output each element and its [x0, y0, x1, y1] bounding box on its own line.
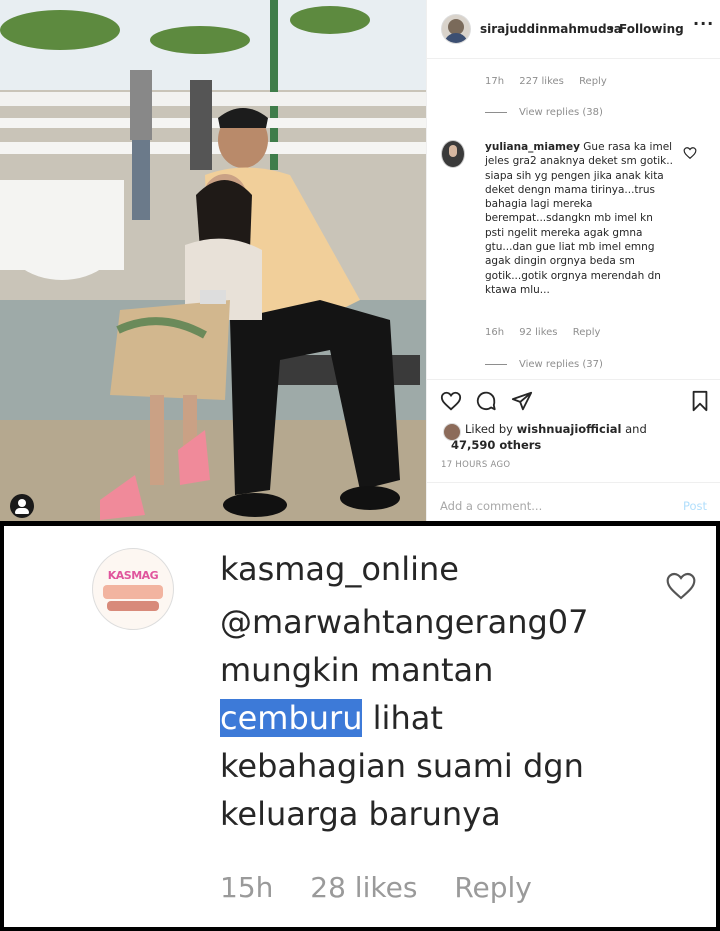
liked-by-prefix: Liked by — [465, 422, 513, 436]
tagged-users-icon-body — [15, 508, 29, 514]
zoomed-comment-reply[interactable]: Reply — [454, 871, 532, 904]
more-options-icon[interactable]: ··· — [693, 14, 714, 33]
comment-bubble-icon[interactable] — [475, 390, 497, 412]
liked-by-others[interactable]: 47,590 others — [451, 438, 541, 452]
comment-body: yuliana_miamey Gue rasa ka imel jeles gr… — [485, 140, 675, 297]
zoomed-comment-likes[interactable]: 28 likes — [310, 871, 417, 904]
liked-by-summary: Liked by wishnuajiofficial and 47,590 ot… — [441, 420, 711, 454]
zoomed-comment-line1: mungkin mantan — [220, 651, 494, 689]
comment-view-replies[interactable]: View replies (37) — [485, 359, 603, 370]
view-replies-line — [485, 363, 507, 365]
kasmag-avatar-logo: KASMAG — [107, 569, 159, 582]
comment-time[interactable]: 16h — [485, 327, 504, 338]
zoomed-comment-screenshot: KASMAG kasmag_online @marwahtangerang07 … — [4, 526, 716, 927]
author-avatar[interactable] — [441, 14, 471, 44]
comment-like-heart-icon[interactable] — [683, 146, 697, 160]
actions-divider — [427, 379, 720, 381]
post-timestamp: 17 HOURS AGO — [441, 460, 511, 470]
comment-reply[interactable]: Reply — [573, 327, 601, 338]
commenter-avatar-face — [449, 145, 457, 157]
zoomed-comment-text: @marwahtangerang07 mungkin mantan cembur… — [220, 598, 650, 838]
author-avatar-body — [444, 33, 468, 43]
commenter-username[interactable]: yuliana_miamey — [485, 141, 580, 153]
post-photo[interactable] — [0, 0, 426, 521]
zoomed-comment-line2: cemburu lihat — [220, 694, 650, 742]
view-replies-line — [485, 111, 507, 113]
zoomed-comment-mention[interactable]: @marwahtangerang07 — [220, 598, 650, 646]
like-heart-icon[interactable] — [440, 390, 462, 412]
zoomed-comment-line3: kebahagian suami dgn — [220, 747, 584, 785]
liked-by-and: and — [625, 422, 647, 436]
post-header: sirajuddinmahmudsa • Following ··· — [427, 0, 720, 59]
post-sidebar: sirajuddinmahmudsa • Following ··· 17h 2… — [426, 0, 720, 521]
post-comment-button[interactable]: Post — [683, 499, 707, 513]
zoomed-like-heart-icon[interactable] — [664, 570, 698, 602]
kasmag-avatar[interactable]: KASMAG — [92, 548, 174, 630]
commenter-avatar[interactable] — [441, 140, 465, 168]
comment-composer: Add a comment... Post — [427, 482, 720, 521]
comment-input[interactable]: Add a comment... — [440, 499, 542, 513]
view-replies-label: View replies (38) — [519, 107, 603, 118]
comment-meta: 16h 92 likes Reply — [485, 327, 612, 338]
zoomed-comment-meta: 15h 28 likes Reply — [220, 871, 560, 904]
view-replies-label: View replies (37) — [519, 359, 603, 370]
post-photo-image — [0, 0, 426, 521]
kasmag-avatar-band — [103, 585, 163, 599]
liked-by-user[interactable]: wishnuajiofficial — [517, 422, 622, 436]
zoomed-comment-line2-rest: lihat — [372, 699, 443, 737]
prev-comment-meta: 17h 227 likes Reply — [485, 76, 619, 87]
comment-text: Gue rasa ka imel jeles gra2 anaknya deke… — [485, 141, 673, 296]
prev-comment-reply[interactable]: Reply — [579, 76, 607, 87]
prev-comment-time[interactable]: 17h — [485, 76, 504, 87]
prev-comment-likes[interactable]: 227 likes — [519, 76, 564, 87]
zoomed-comment-username[interactable]: kasmag_online — [220, 550, 459, 588]
zoomed-comment-line4: keluarga barunya — [220, 795, 501, 833]
tagged-users-icon-head — [18, 499, 26, 507]
share-send-icon[interactable] — [511, 390, 533, 412]
comment-likes[interactable]: 92 likes — [519, 327, 557, 338]
kasmag-avatar-band-lower — [107, 601, 159, 611]
tagged-users-icon[interactable] — [10, 494, 34, 518]
prev-view-replies[interactable]: View replies (38) — [485, 107, 603, 118]
header-separator: • — [608, 22, 616, 36]
zoomed-comment-time[interactable]: 15h — [220, 871, 273, 904]
instagram-post-screenshot: sirajuddinmahmudsa • Following ··· 17h 2… — [0, 0, 720, 521]
liked-by-line: Liked by wishnuajiofficial and — [465, 422, 647, 436]
highlighted-word: cemburu — [220, 699, 363, 737]
following-button[interactable]: Following — [619, 22, 684, 36]
save-bookmark-icon[interactable] — [689, 390, 711, 412]
